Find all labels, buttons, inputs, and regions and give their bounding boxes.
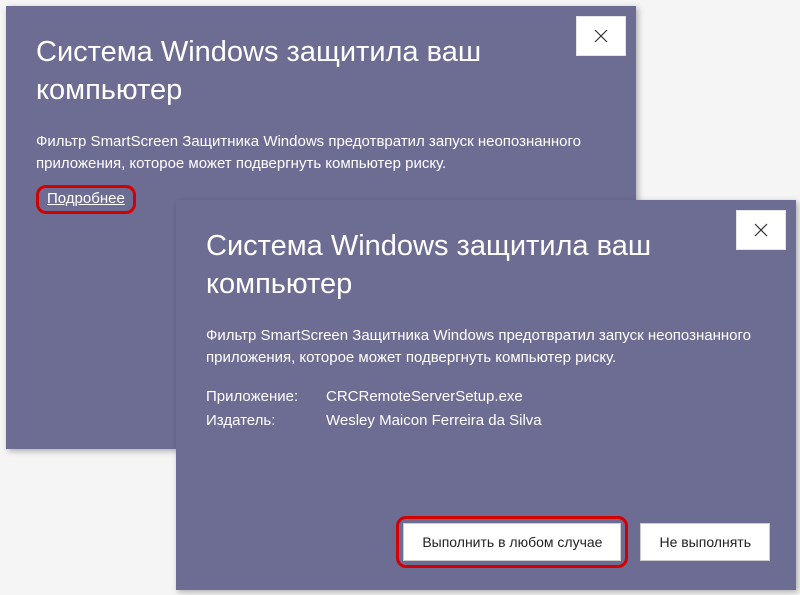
close-icon [754, 223, 768, 237]
app-label: Приложение: [206, 385, 326, 409]
close-icon [594, 29, 608, 43]
smartscreen-dialog-expanded: Система Windows защитила ваш компьютер Ф… [176, 200, 796, 590]
more-info-link[interactable]: Подробнее [47, 190, 125, 207]
annotation-highlight: Подробнее [36, 185, 136, 214]
app-value: CRCRemoteServerSetup.exe [326, 385, 523, 409]
app-info-block: Приложение: CRCRemoteServerSetup.exe Изд… [206, 385, 766, 433]
app-row: Приложение: CRCRemoteServerSetup.exe [206, 385, 766, 409]
publisher-row: Издатель: Wesley Maicon Ferreira da Silv… [206, 409, 766, 433]
dont-run-button[interactable]: Не выполнять [640, 523, 770, 561]
run-anyway-button[interactable]: Выполнить в любом случае [403, 523, 621, 561]
dialog-body: Фильтр SmartScreen Защитника Windows пре… [206, 325, 766, 369]
dialog-title: Система Windows защитила ваш компьютер [206, 228, 766, 303]
dialog-body: Фильтр SmartScreen Защитника Windows пре… [36, 131, 606, 175]
publisher-label: Издатель: [206, 409, 326, 433]
annotation-highlight: Выполнить в любом случае [396, 516, 628, 568]
button-row: Выполнить в любом случае Не выполнять [396, 516, 770, 568]
publisher-value: Wesley Maicon Ferreira da Silva [326, 409, 542, 433]
close-button[interactable] [736, 210, 786, 250]
dialog-title: Система Windows защитила ваш компьютер [36, 34, 606, 109]
close-button[interactable] [576, 16, 626, 56]
